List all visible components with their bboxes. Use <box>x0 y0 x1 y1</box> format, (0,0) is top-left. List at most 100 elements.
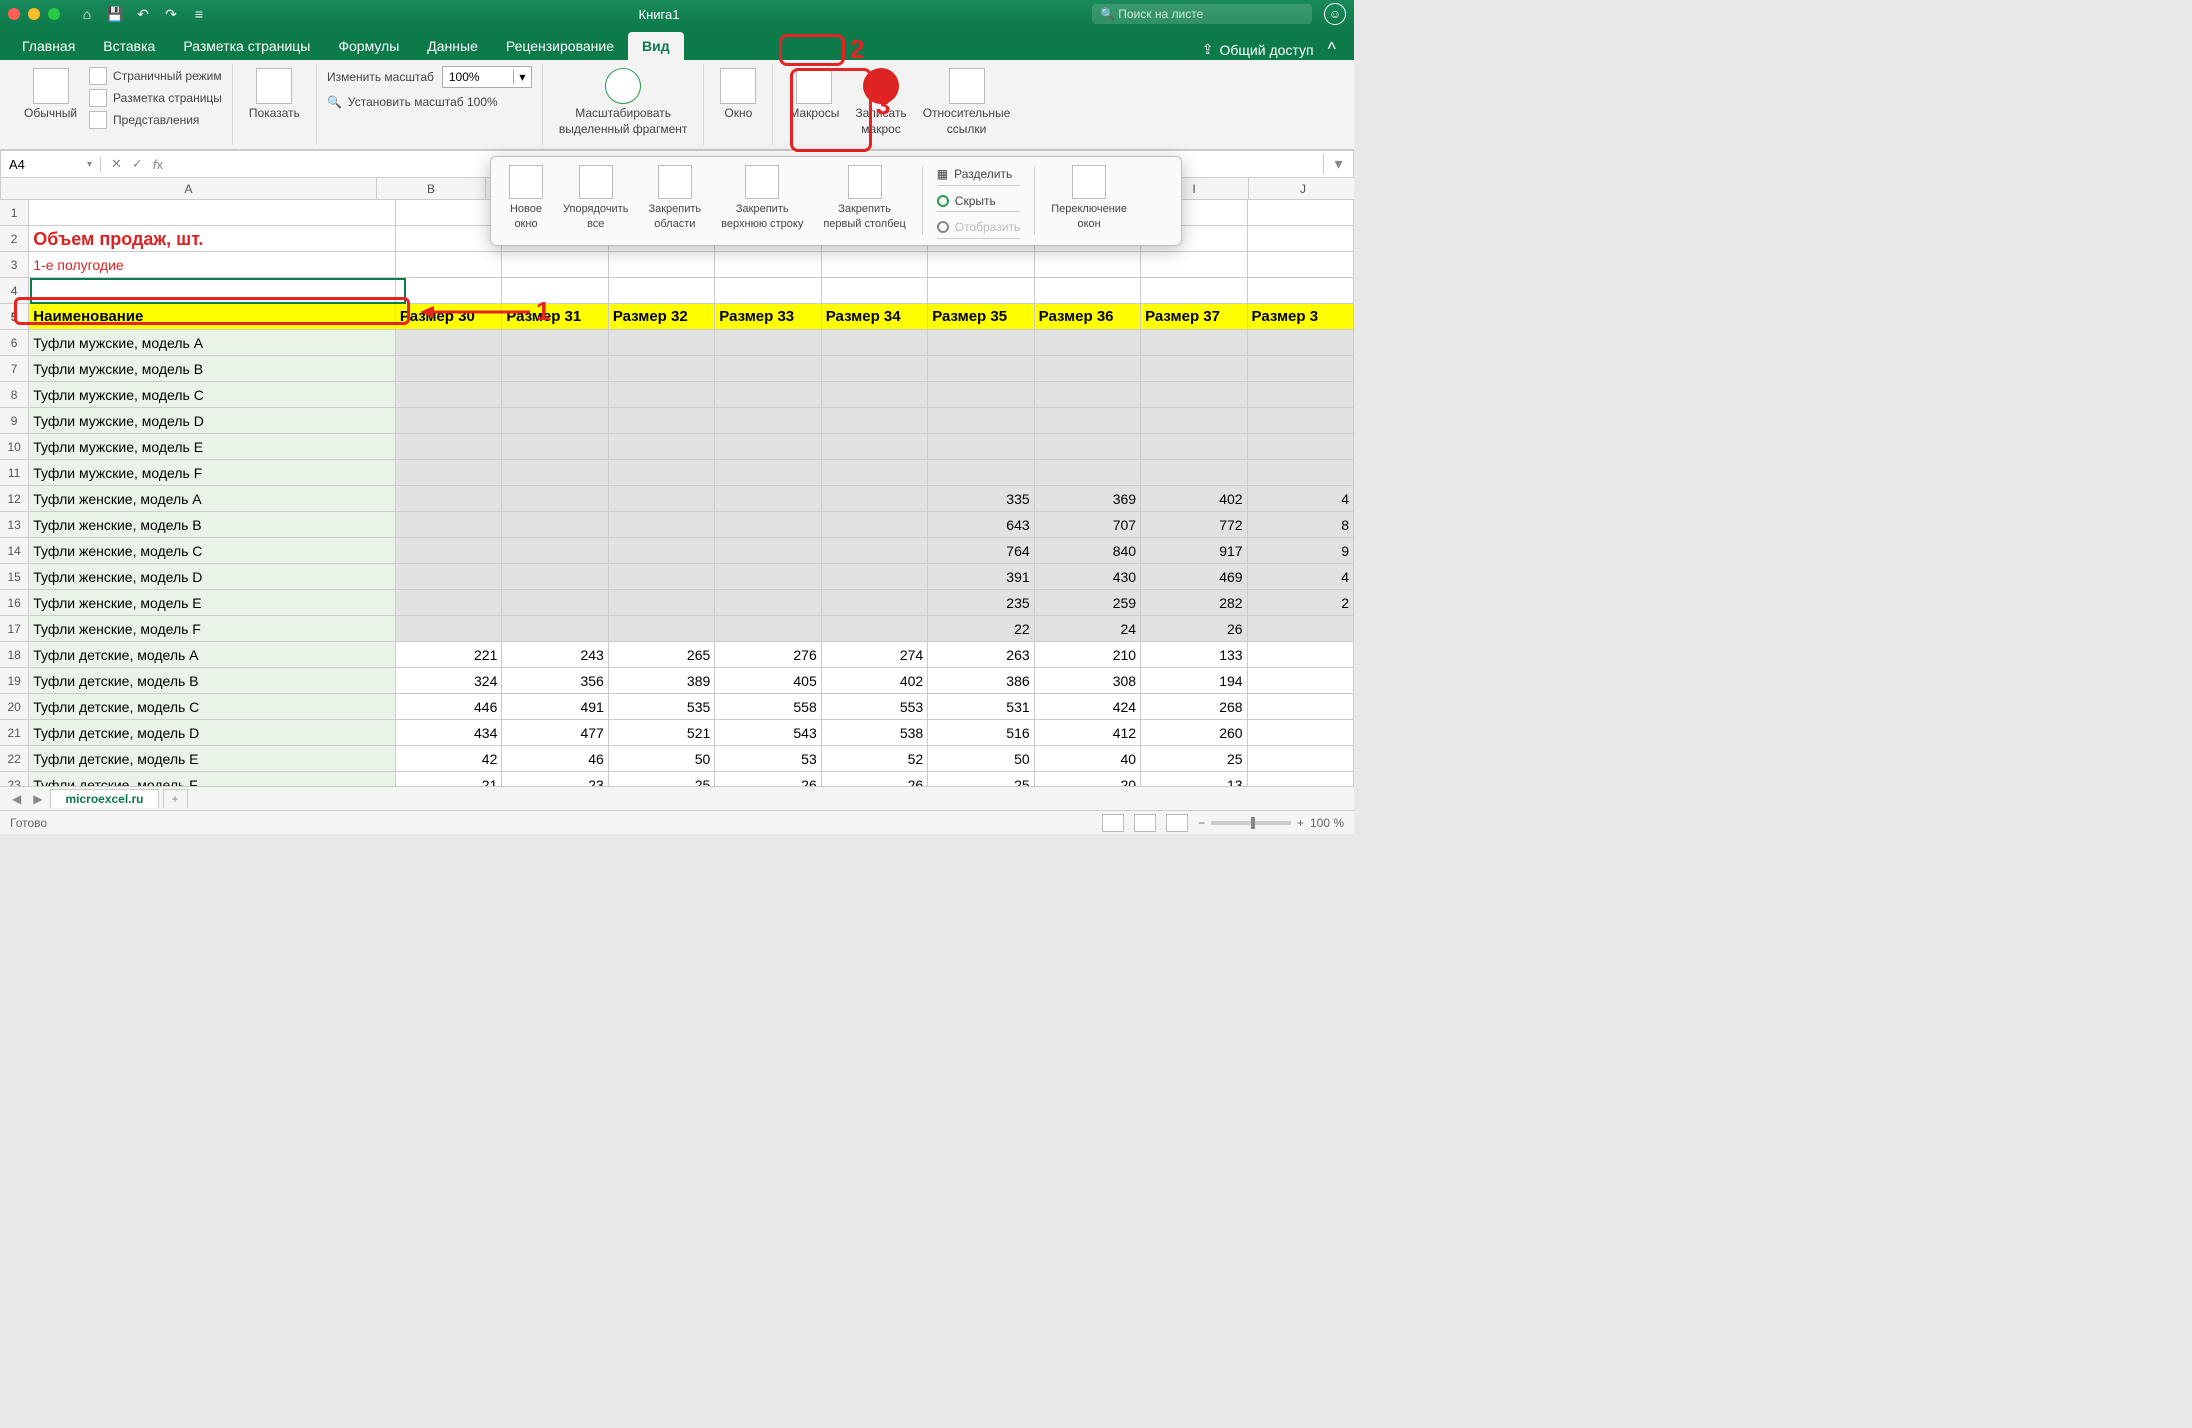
cell[interactable] <box>1248 668 1354 693</box>
cell[interactable] <box>1141 330 1247 355</box>
cell[interactable] <box>822 434 928 459</box>
cell[interactable] <box>1248 746 1354 771</box>
zoom-in-icon[interactable]: + <box>1297 816 1304 830</box>
cell[interactable]: 469 <box>1141 564 1247 589</box>
row-header[interactable]: 18 <box>0 642 29 667</box>
cell[interactable] <box>928 278 1034 303</box>
cell[interactable]: 26 <box>822 772 928 786</box>
cell[interactable]: 356 <box>502 668 608 693</box>
sheet-nav-next-icon[interactable]: ▶ <box>27 792 48 806</box>
cell[interactable] <box>609 434 715 459</box>
zoom-out-icon[interactable]: − <box>1198 816 1205 830</box>
column-header[interactable]: A <box>1 178 377 199</box>
cell[interactable] <box>502 252 608 277</box>
page-break-button[interactable]: Страничный режим <box>89 66 222 86</box>
cell[interactable]: Туфли мужские, модель D <box>29 408 396 433</box>
cell[interactable]: Размер 35 <box>928 304 1034 329</box>
tab-view[interactable]: Вид <box>628 32 684 60</box>
cell[interactable] <box>1035 460 1141 485</box>
cell[interactable] <box>1248 408 1354 433</box>
name-box[interactable]: A4 ▾ <box>1 157 101 172</box>
cell[interactable] <box>822 564 928 589</box>
cell[interactable] <box>502 330 608 355</box>
zoom-100-button[interactable]: 🔍 Установить масштаб 100% <box>327 94 498 110</box>
tab-page-layout[interactable]: Разметка страницы <box>169 32 324 60</box>
zoom-input[interactable] <box>443 70 513 84</box>
zoom-track[interactable] <box>1211 821 1291 825</box>
custom-views-button[interactable]: Представления <box>89 110 222 130</box>
window-button[interactable]: Окно <box>714 66 762 122</box>
cell[interactable]: 521 <box>609 720 715 745</box>
cell[interactable] <box>609 382 715 407</box>
cell[interactable] <box>715 460 821 485</box>
cell[interactable] <box>502 616 608 641</box>
row-header[interactable]: 7 <box>0 356 29 381</box>
cell[interactable] <box>609 616 715 641</box>
cell[interactable]: 538 <box>822 720 928 745</box>
cell[interactable] <box>396 590 502 615</box>
cell[interactable] <box>822 330 928 355</box>
cell[interactable]: 25 <box>928 772 1034 786</box>
row-header[interactable]: 15 <box>0 564 29 589</box>
cell[interactable]: 430 <box>1035 564 1141 589</box>
row-header[interactable]: 1 <box>0 200 29 225</box>
split-button[interactable]: ▦Разделить <box>937 163 1020 186</box>
cell[interactable] <box>502 460 608 485</box>
cell[interactable]: 25 <box>1141 746 1247 771</box>
sheet-nav-prev-icon[interactable]: ◀ <box>6 792 27 806</box>
row-header[interactable]: 14 <box>0 538 29 563</box>
cell[interactable]: 282 <box>1141 590 1247 615</box>
minimize-icon[interactable] <box>28 8 40 20</box>
cell[interactable] <box>609 278 715 303</box>
cell[interactable] <box>1248 434 1354 459</box>
cell[interactable] <box>822 382 928 407</box>
cell[interactable] <box>396 356 502 381</box>
cell[interactable] <box>502 434 608 459</box>
cell[interactable]: 265 <box>609 642 715 667</box>
cell[interactable]: 324 <box>396 668 502 693</box>
cell[interactable]: Туфли мужские, модель B <box>29 356 396 381</box>
cell[interactable]: 308 <box>1035 668 1141 693</box>
cell[interactable] <box>396 486 502 511</box>
cell[interactable]: Наименование <box>29 304 396 329</box>
cell[interactable] <box>609 252 715 277</box>
cell[interactable]: 707 <box>1035 512 1141 537</box>
cell[interactable]: 535 <box>609 694 715 719</box>
cell[interactable] <box>822 590 928 615</box>
cell[interactable]: Размер 37 <box>1141 304 1247 329</box>
cell[interactable] <box>928 382 1034 407</box>
cell[interactable] <box>715 564 821 589</box>
cell[interactable]: Размер 33 <box>715 304 821 329</box>
cell[interactable] <box>1141 278 1247 303</box>
cell[interactable]: 553 <box>822 694 928 719</box>
cell[interactable] <box>502 356 608 381</box>
cell[interactable]: Туфли женские, модель D <box>29 564 396 589</box>
cell[interactable]: Туфли детские, модель A <box>29 642 396 667</box>
cell[interactable] <box>396 200 502 225</box>
cell[interactable]: 40 <box>1035 746 1141 771</box>
arrange-all-button[interactable]: Упорядочитьвсе <box>553 163 638 239</box>
cell[interactable]: 391 <box>928 564 1034 589</box>
cell[interactable]: 764 <box>928 538 1034 563</box>
cell[interactable]: 516 <box>928 720 1034 745</box>
cell[interactable]: 917 <box>1141 538 1247 563</box>
cell[interactable]: 50 <box>609 746 715 771</box>
cell[interactable]: 243 <box>502 642 608 667</box>
cell[interactable] <box>1248 642 1354 667</box>
cell[interactable] <box>1141 356 1247 381</box>
tab-insert[interactable]: Вставка <box>89 32 169 60</box>
cell[interactable] <box>715 278 821 303</box>
cell[interactable] <box>1141 408 1247 433</box>
freeze-first-col-button[interactable]: Закрепитьпервый столбец <box>813 163 915 239</box>
cell[interactable] <box>396 330 502 355</box>
maximize-icon[interactable] <box>48 8 60 20</box>
cell[interactable] <box>396 512 502 537</box>
cell[interactable] <box>1248 772 1354 786</box>
page-layout-view-icon[interactable] <box>1134 814 1156 832</box>
cell[interactable] <box>715 408 821 433</box>
row-header[interactable]: 4 <box>0 278 29 303</box>
cell[interactable]: 643 <box>928 512 1034 537</box>
close-icon[interactable] <box>8 8 20 20</box>
cell[interactable] <box>1248 720 1354 745</box>
row-header[interactable]: 6 <box>0 330 29 355</box>
